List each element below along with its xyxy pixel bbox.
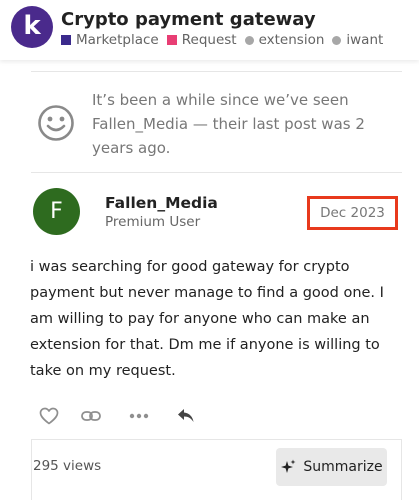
summarize-label: Summarize	[303, 459, 383, 475]
category-label: Request	[181, 32, 237, 48]
views-count: 295 views	[33, 458, 102, 474]
divider	[31, 172, 402, 173]
tag-label: extension	[258, 32, 325, 48]
site-logo-letter: k	[23, 11, 41, 41]
reply-button[interactable]	[175, 405, 197, 427]
tag-label: iwant	[346, 32, 384, 48]
tag-dot-icon	[332, 35, 342, 45]
post-date[interactable]: Dec 2023	[307, 196, 398, 230]
tag-dot-icon	[244, 35, 254, 45]
link-icon	[81, 411, 101, 421]
user-title: Premium User	[105, 214, 201, 230]
topic-title[interactable]: Crypto payment gateway	[61, 9, 316, 30]
topic-tags: Marketplace Request extension iwant	[61, 32, 391, 48]
like-button[interactable]	[38, 405, 60, 427]
post-date-label: Dec 2023	[320, 205, 385, 221]
reply-icon	[178, 409, 194, 422]
smile-icon	[38, 105, 74, 141]
ellipsis-icon	[129, 413, 149, 419]
summarize-button[interactable]: Summarize	[276, 448, 387, 486]
post-username[interactable]: Fallen_Media	[105, 194, 218, 212]
category-color-square	[61, 35, 71, 45]
sparkles-icon	[281, 459, 296, 473]
post-body: i was searching for good gateway for cry…	[30, 259, 384, 379]
category-marketplace[interactable]: Marketplace	[61, 32, 159, 48]
tag-iwant[interactable]: iwant	[332, 32, 383, 48]
category-request[interactable]: Request	[166, 32, 237, 48]
category-color-square	[166, 35, 177, 45]
topic-page: k Crypto payment gateway Marketplace Req…	[0, 0, 419, 500]
category-label: Marketplace	[76, 32, 159, 48]
topic-header: k Crypto payment gateway Marketplace Req…	[0, 0, 419, 60]
copy-link-button[interactable]	[80, 405, 102, 427]
avatar[interactable]: F	[33, 188, 80, 235]
heart-icon	[39, 407, 59, 425]
inactive-user-notice: It’s been a while since we’ve seen Falle…	[92, 91, 365, 157]
site-logo[interactable]: k	[11, 6, 53, 48]
more-options-button[interactable]	[128, 405, 150, 427]
avatar-letter: F	[50, 198, 63, 224]
divider	[31, 71, 402, 72]
tag-extension[interactable]: extension	[244, 32, 325, 48]
